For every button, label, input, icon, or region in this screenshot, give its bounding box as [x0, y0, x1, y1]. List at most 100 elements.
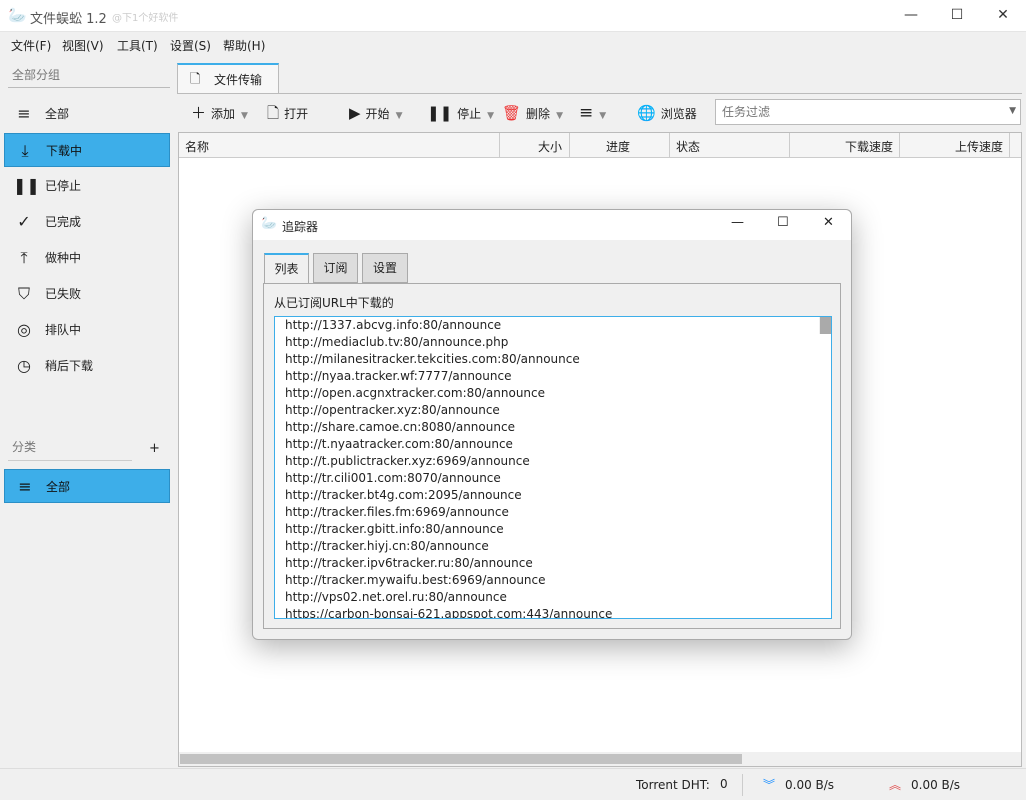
caret-down-icon[interactable]: ▼ — [487, 111, 494, 121]
list-item[interactable]: http://vps02.net.orel.ru:80/announce — [280, 589, 831, 606]
list-item[interactable]: http://opentracker.xyz:80/announce — [280, 402, 831, 419]
category-item-all[interactable]: ≡ 全部 — [4, 469, 170, 503]
list-item[interactable]: http://tracker.bt4g.com:2095/announce — [280, 487, 831, 504]
delete-label: 删除 — [526, 107, 551, 121]
dialog-minimize-button[interactable]: — — [731, 215, 744, 230]
list-item[interactable]: http://tracker.ipv6tracker.ru:80/announc… — [280, 555, 831, 572]
menu-help[interactable]: 帮助(H) — [223, 37, 265, 54]
list-item[interactable]: http://t.publictracker.xyz:6969/announce — [280, 453, 831, 470]
category-title: 分类 — [12, 440, 37, 454]
close-button[interactable]: ✕ — [980, 0, 1026, 32]
dialog-title: 追踪器 — [282, 220, 319, 234]
sidebar-icon: ◎ — [17, 320, 31, 339]
list-item[interactable]: http://tr.cili001.com:8070/announce — [280, 470, 831, 487]
sidebar-item-label: 已完成 — [45, 215, 82, 229]
list-item[interactable]: http://milanesitracker.tekcities.com:80/… — [280, 351, 831, 368]
open-label: 打开 — [284, 107, 309, 121]
scroll-thumb[interactable] — [820, 317, 831, 334]
more-button[interactable]: ≡ ▼ — [579, 102, 606, 124]
add-label: 添加 — [211, 107, 236, 121]
list-item[interactable]: http://tracker.files.fm:6969/announce — [280, 504, 831, 521]
list-item[interactable]: http://mediaclub.tv:80/announce.php — [280, 334, 831, 351]
sidebar-item-6[interactable]: ◎ 排队中 — [4, 313, 170, 347]
caret-down-icon[interactable]: ▼ — [599, 111, 606, 121]
caret-down-icon[interactable]: ▼ — [396, 111, 403, 121]
trash-icon: 🗑 — [502, 104, 522, 122]
dht-value: 0 — [720, 777, 728, 791]
file-icon: 🗋 — [190, 72, 201, 87]
watermark: @下1个好软件 — [112, 13, 179, 24]
caret-down-icon[interactable]: ▼ — [241, 111, 248, 121]
col-progress[interactable]: 进度 — [606, 138, 630, 163]
start-label: 开始 — [365, 107, 390, 121]
vertical-scrollbar[interactable] — [819, 317, 831, 334]
tab-settings[interactable]: 设置 — [362, 253, 408, 283]
sidebar-item-4[interactable]: ⤒ 做种中 — [4, 241, 170, 275]
list-item[interactable]: http://t.nyaatracker.com:80/announce — [280, 436, 831, 453]
stop-label: 停止 — [457, 107, 482, 121]
col-upload-speed[interactable]: 上传速度 — [955, 138, 1003, 163]
task-filter-input[interactable] — [716, 100, 996, 124]
sidebar-item-label: 做种中 — [45, 251, 82, 265]
horizontal-scrollbar[interactable] — [179, 752, 1021, 766]
play-icon: ▶ — [349, 104, 361, 122]
list-item[interactable]: http://share.camoe.cn:8080/announce — [280, 419, 831, 436]
sidebar-item-label: 全部 — [45, 107, 70, 121]
list-item[interactable]: http://open.acgnxtracker.com:80/announce — [280, 385, 831, 402]
sidebar-item-5[interactable]: ⛉ 已失败 — [4, 277, 170, 311]
pause-icon: ❚❚ — [427, 104, 453, 122]
sidebar-item-3[interactable]: ✓ 已完成 — [4, 205, 170, 239]
task-filter[interactable]: ▼ — [715, 99, 1021, 125]
list-item[interactable]: https://carbon-bonsai-621.appspot.com:44… — [280, 606, 831, 618]
sidebar-item-0[interactable]: ≡ 全部 — [4, 97, 170, 131]
dialog-close-button[interactable]: ✕ — [823, 215, 834, 230]
col-status[interactable]: 状态 — [676, 138, 700, 163]
menu-file[interactable]: 文件(F) — [11, 37, 51, 54]
sidebar-item-7[interactable]: ◷ 稍后下载 — [4, 349, 170, 383]
scroll-thumb[interactable] — [180, 754, 742, 764]
tab-file-transfer[interactable]: 🗋 文件传输 — [177, 63, 279, 93]
list-item[interactable]: http://tracker.hiyj.cn:80/announce — [280, 538, 831, 555]
app-logo-icon: 🦢 — [261, 216, 278, 231]
divider — [8, 87, 170, 88]
sidebar-icon: ✓ — [17, 212, 31, 231]
dropdown-caret-icon[interactable]: ▼ — [1009, 106, 1016, 116]
category-label: 全部 — [46, 480, 71, 494]
browser-button[interactable]: 🌐 浏览器 — [637, 102, 697, 124]
list-item[interactable]: http://1337.abcvg.info:80/announce — [280, 317, 831, 334]
col-name[interactable]: 名称 — [185, 138, 209, 163]
caret-down-icon[interactable]: ▼ — [556, 111, 563, 121]
sidebar-item-2[interactable]: ❚❚ 已停止 — [4, 169, 170, 203]
menu-view[interactable]: 视图(V) — [62, 37, 104, 54]
start-button[interactable]: ▶ 开始 ▼ — [349, 102, 402, 124]
col-size[interactable]: 大小 — [538, 138, 562, 163]
minimize-button[interactable]: — — [888, 0, 934, 32]
tab-list[interactable]: 列表 — [264, 253, 309, 284]
app-logo-icon: 🦢 — [8, 6, 27, 24]
sidebar-item-1[interactable]: ⤓ 下载中 — [4, 133, 170, 167]
add-button[interactable]: ＋ 添加 ▼ — [191, 102, 248, 124]
sidebar-icon: ⛉ — [17, 284, 30, 303]
open-button[interactable]: 🗋 打开 — [267, 102, 308, 124]
sidebar-icon: ≡ — [17, 104, 31, 123]
tracker-list[interactable]: http://1337.abcvg.info:80/announce http:/… — [274, 316, 832, 619]
status-bar: Torrent DHT: 0 ︾ 0.00 B/s ︽ 0.00 B/s — [0, 768, 1026, 800]
col-download-speed[interactable]: 下载速度 — [845, 138, 893, 163]
divider — [8, 460, 132, 461]
delete-button[interactable]: 🗑 删除 ▼ — [502, 102, 563, 124]
list-item[interactable]: http://nyaa.tracker.wf:7777/announce — [280, 368, 831, 385]
add-category-button[interactable]: + — [149, 441, 160, 456]
menu-icon: ≡ — [579, 103, 594, 123]
maximize-button[interactable]: ☐ — [934, 0, 980, 32]
menu-icon: ≡ — [18, 477, 32, 496]
list-item[interactable]: http://tracker.mywaifu.best:6969/announc… — [280, 572, 831, 589]
menu-tools[interactable]: 工具(T) — [117, 37, 158, 54]
stop-button[interactable]: ❚❚ 停止 ▼ — [427, 102, 494, 124]
sidebar-icon: ⤒ — [20, 248, 28, 267]
dialog-maximize-button[interactable]: ☐ — [777, 215, 789, 230]
list-item[interactable]: http://tracker.gbitt.info:80/announce — [280, 521, 831, 538]
tab-subscribe[interactable]: 订阅 — [313, 253, 358, 283]
sidebar-icon: ❚❚ — [13, 176, 40, 195]
tab-panel: 从已订阅URL中下载的 http://1337.abcvg.info:80/an… — [263, 283, 841, 629]
menu-settings[interactable]: 设置(S) — [170, 37, 211, 54]
